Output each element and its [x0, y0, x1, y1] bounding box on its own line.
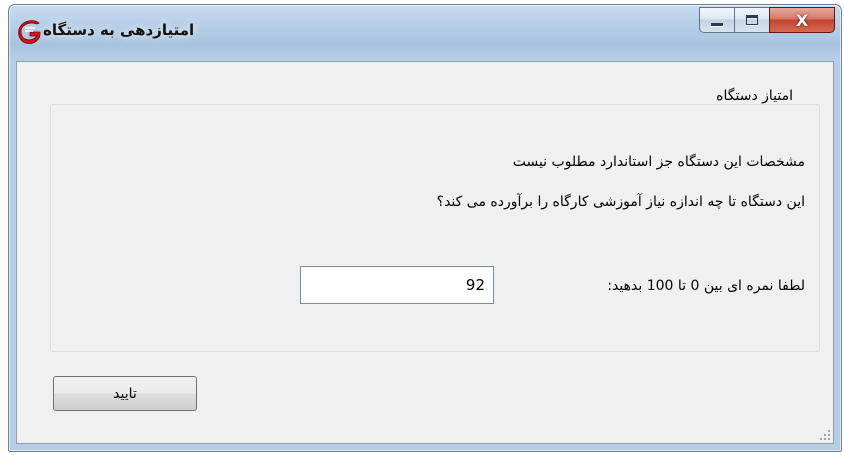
close-icon: X — [795, 10, 809, 30]
score-input[interactable] — [300, 266, 494, 304]
question-text: این دستگاه تا چه اندازه نیاز آموزشی کارگ… — [436, 194, 805, 210]
dialog-window: امتیازدهی به دستگاه X امتیاز دستگاه مشخص… — [8, 4, 842, 452]
maximize-icon — [746, 15, 758, 25]
maximize-button[interactable] — [734, 7, 770, 33]
resize-grip-icon[interactable] — [819, 429, 831, 441]
groupbox-legend: امتیاز دستگاه — [712, 88, 797, 104]
score-label: لطفا نمره ای بین 0 تا 100 بدهید: — [607, 278, 805, 294]
minimize-button[interactable] — [699, 7, 735, 33]
spec-message: مشخصات این دستگاه جز استاندارد مطلوب نیس… — [512, 154, 805, 170]
ok-button[interactable]: تایید — [53, 376, 197, 411]
title-bar[interactable]: امتیازدهی به دستگاه X — [9, 5, 841, 61]
minimize-icon — [711, 22, 723, 26]
score-groupbox — [50, 104, 820, 352]
caption-buttons: X — [699, 7, 835, 33]
dialog-client-area: امتیاز دستگاه مشخصات این دستگاه جز استان… — [16, 61, 834, 444]
close-button[interactable]: X — [769, 7, 835, 33]
app-logo-icon — [18, 20, 41, 44]
window-title: امتیازدهی به دستگاه — [43, 21, 195, 39]
